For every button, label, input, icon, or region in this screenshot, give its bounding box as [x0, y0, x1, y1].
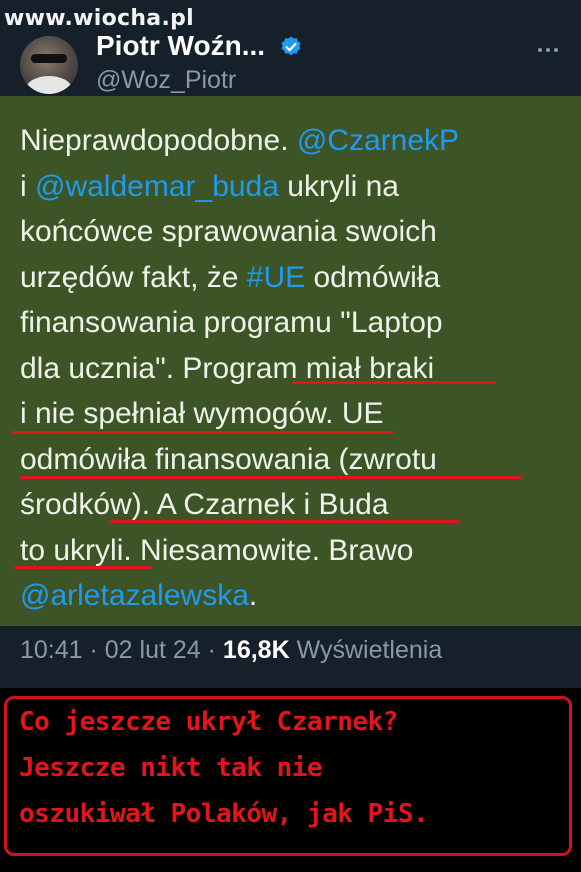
tweet-meta: 10:41 · 02 lut 24 · 16,8K Wyświetlenia	[20, 636, 442, 665]
tweet-text-segment: urzędów fakt, że	[20, 260, 247, 294]
more-options-icon[interactable]	[534, 40, 562, 60]
tweet-text-segment: to ukryli. Niesamowite. Brawo	[20, 533, 414, 567]
avatar-glasses	[31, 54, 67, 63]
watermark: www.wiocha.pl	[4, 6, 194, 31]
tweet-text-line: i nie spełniał wymogów. UE	[20, 391, 560, 437]
tweet-card: www.wiocha.pl Piotr Woźn... @Woz_Piotr N…	[0, 0, 581, 688]
avatar[interactable]	[20, 36, 78, 94]
verified-badge-icon	[281, 36, 301, 56]
tweet-text-segment: Nieprawdopodobne.	[20, 124, 297, 157]
tweet-text-line: Nieprawdopodobne. @CzarnekP	[20, 118, 560, 164]
tweet-time[interactable]: 10:41	[20, 636, 83, 664]
mention-link[interactable]: @arletazalewska	[20, 579, 249, 612]
tweet-text-segment: ukryli na	[278, 169, 399, 203]
tweet-text-segment: finansowania programu "Laptop	[20, 306, 443, 339]
tweet-text-line: końcówce sprawowania swoich	[20, 209, 560, 255]
caption-box: Co jeszcze ukrył Czarnek? Jeszcze nikt t…	[4, 696, 572, 856]
tweet-text-segment: odmówiła	[305, 260, 441, 294]
tweet-text-segment: dla ucznia". Program miał braki	[20, 351, 435, 385]
tweet-text-line: i @waldemar_buda ukryli na	[20, 164, 560, 210]
tweet-text-segment: odmówiła finansowania (zwrotu	[20, 442, 437, 476]
tweet-text-segment: środków). A Czarnek i Buda	[20, 488, 389, 521]
red-underline	[12, 431, 394, 434]
tweet-text-line: urzędów fakt, że #UE odmówiła	[20, 255, 560, 301]
tweet-date[interactable]: 02 lut 24	[105, 636, 201, 664]
tweet-text-line: dla ucznia". Program miał braki	[20, 346, 560, 392]
mention-link[interactable]: #UE	[247, 261, 305, 294]
red-underline	[110, 520, 460, 523]
tweet-text-line: finansowania programu "Laptop	[20, 300, 560, 346]
avatar-shirt	[26, 76, 72, 94]
tweet-text-segment: i nie spełniał wymogów. UE	[20, 397, 384, 430]
meta-separator: ·	[200, 636, 223, 664]
tweet-text-line: @arletazalewska.	[20, 573, 560, 619]
red-underline	[20, 476, 522, 479]
tweet-text-segment: .	[248, 579, 258, 612]
views-count: 16,8K	[222, 636, 290, 664]
red-underline	[14, 566, 152, 569]
tweet-text: Nieprawdopodobne. @CzarnekP i @waldemar_b…	[20, 118, 560, 619]
caption-line: oszukiwał Polaków, jak PiS.	[19, 799, 429, 829]
tweet-text-segment: końcówce sprawowania swoich	[20, 215, 437, 248]
caption-line: Jeszcze nikt tak nie	[19, 753, 323, 783]
views-label: Wyświetlenia	[296, 636, 443, 664]
mention-link[interactable]: @CzarnekP	[297, 124, 459, 157]
caption-line: Co jeszcze ukrył Czarnek?	[19, 707, 398, 737]
meta-separator: ·	[82, 636, 105, 664]
red-underline	[292, 381, 496, 384]
mention-link[interactable]: @waldemar_buda	[35, 170, 279, 203]
author-display-name[interactable]: Piotr Woźn...	[96, 30, 265, 62]
author-handle[interactable]: @Woz_Piotr	[96, 66, 236, 95]
tweet-text-segment: i	[20, 169, 35, 203]
